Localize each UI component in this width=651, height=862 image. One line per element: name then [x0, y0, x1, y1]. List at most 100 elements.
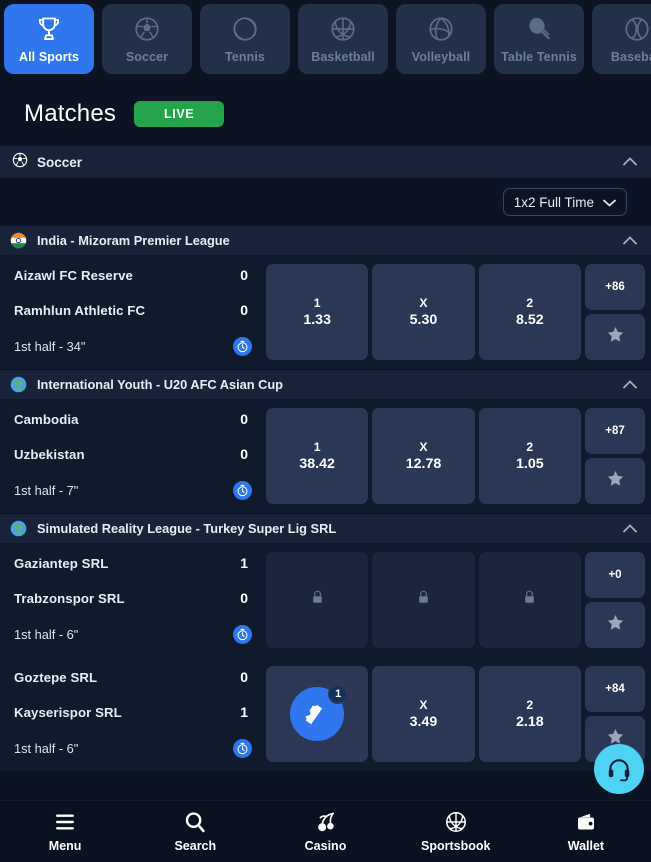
odd-tile[interactable]: X 5.30 — [372, 264, 475, 360]
chevron-up-icon[interactable] — [623, 235, 637, 247]
more-markets-button[interactable]: +87 — [585, 408, 645, 454]
sport-tab-tennis[interactable]: Tennis — [200, 4, 290, 74]
away-team-line: Ramhlun Athletic FC 0 — [14, 302, 254, 318]
favorite-button[interactable] — [585, 458, 645, 504]
more-markets-count: +84 — [605, 683, 625, 695]
favorite-button[interactable] — [585, 314, 645, 360]
sport-tab-label: Table Tennis — [501, 50, 577, 64]
home-team-score: 1 — [240, 555, 248, 571]
market-select-value: 1x2 Full Time — [513, 194, 594, 210]
star-icon — [605, 612, 626, 638]
odd-tile-selected[interactable]: 1 — [266, 666, 369, 762]
chevron-up-icon[interactable] — [623, 523, 637, 535]
leagues-list: India - Mizoram Premier League Aizawl FC … — [0, 225, 651, 771]
league-header[interactable]: International Youth - U20 AFC Asian Cup — [0, 369, 651, 399]
sport-group-title: Soccer — [37, 154, 83, 170]
odd-tile[interactable]: 1 38.42 — [266, 408, 369, 504]
odd-key: X — [419, 296, 428, 310]
away-team-score: 1 — [240, 704, 248, 720]
chevron-up-icon[interactable] — [623, 156, 637, 168]
sports-tabs-bar: All Sports Soccer Tennis Basketball Volleyba… — [0, 0, 651, 78]
market-select[interactable]: 1x2 Full Time — [502, 188, 627, 216]
sport-tab-all-sports[interactable]: All Sports — [4, 4, 94, 74]
away-team-name: Uzbekistan — [14, 446, 85, 462]
odds-area: +0 — [266, 552, 645, 648]
baseball-icon — [623, 14, 651, 44]
match-status-line: 1st half - 7" — [14, 481, 254, 500]
match-info[interactable]: Gaziantep SRL 1 Trabzonspor SRL 0 1st half -… — [0, 552, 266, 648]
match-row: Goztepe SRL 0 Kayserispor SRL 1 1st half - 6… — [0, 657, 651, 771]
odds-area: 1 1.33 X 5.30 2 8.52 +86 — [266, 264, 645, 360]
home-team-line: Aizawl FC Reserve 0 — [14, 267, 254, 283]
match-status: 1st half - 7" — [14, 483, 79, 498]
nav-item-wallet[interactable]: Wallet — [521, 801, 651, 862]
odd-value: 1.33 — [303, 312, 331, 328]
market-selector-row: 1x2 Full Time — [0, 178, 651, 225]
odd-tile[interactable]: 2 1.05 — [478, 408, 581, 504]
stopwatch-icon[interactable] — [233, 625, 252, 644]
support-chat-button[interactable] — [594, 744, 644, 794]
away-team-line: Trabzonspor SRL 0 — [14, 590, 254, 606]
globe-icon — [10, 520, 27, 537]
match-info[interactable]: Aizawl FC Reserve 0 Ramhlun Athletic FC 0 1s… — [0, 264, 266, 360]
sport-tab-volleyball[interactable]: Volleyball — [396, 4, 486, 74]
favorite-button[interactable] — [585, 602, 645, 648]
odd-key: X — [419, 440, 428, 454]
home-team-score: 0 — [240, 411, 248, 427]
odd-tile[interactable]: X 12.78 — [372, 408, 475, 504]
odds-main-markets: 1 38.42 X 12.78 2 1.05 — [266, 408, 581, 504]
league-header[interactable]: India - Mizoram Premier League — [0, 225, 651, 255]
sport-tab-baseball[interactable]: Baseball — [592, 4, 651, 74]
match-status-line: 1st half - 34" — [14, 337, 254, 356]
match-row: Aizawl FC Reserve 0 Ramhlun Athletic FC 0 1s… — [0, 255, 651, 369]
match-info[interactable]: Cambodia 0 Uzbekistan 0 1st half - 7" — [0, 408, 266, 504]
odd-tile[interactable]: 2 8.52 — [478, 264, 581, 360]
sport-tab-table-tennis[interactable]: Table Tennis — [494, 4, 584, 74]
stopwatch-icon[interactable] — [233, 481, 252, 500]
nav-item-label: Wallet — [567, 839, 605, 853]
lock-icon — [310, 589, 325, 611]
odd-value: 5.30 — [409, 312, 438, 328]
match-status: 1st half - 6" — [14, 627, 79, 642]
away-team-line: Kayserispor SRL 1 — [14, 704, 254, 720]
home-team-score: 0 — [240, 669, 248, 685]
nav-item-casino[interactable]: Casino — [260, 801, 390, 862]
stopwatch-icon[interactable] — [233, 337, 252, 356]
odd-value: 2.18 — [516, 714, 544, 730]
more-markets-button[interactable]: +0 — [585, 552, 645, 598]
league-label-wrap: Simulated Reality League - Turkey Super … — [10, 520, 623, 537]
sport-tab-label: Tennis — [225, 50, 265, 64]
trophy-icon — [35, 14, 63, 44]
odd-tile-locked — [372, 552, 475, 648]
nav-item-menu[interactable]: Menu — [0, 801, 130, 862]
sport-group-header-soccer[interactable]: Soccer — [0, 146, 651, 178]
live-filter-badge[interactable]: LIVE — [134, 101, 225, 127]
nav-item-sportsbook[interactable]: Sportsbook — [391, 801, 521, 862]
odd-value: 38.42 — [299, 456, 335, 472]
nav-item-label: Sportsbook — [420, 839, 491, 853]
soccer-ball-icon — [12, 152, 28, 173]
match-info[interactable]: Goztepe SRL 0 Kayserispor SRL 1 1st half - 6… — [0, 666, 266, 762]
odd-tile-locked — [266, 552, 369, 648]
chevron-up-icon[interactable] — [623, 379, 637, 391]
odd-tile[interactable]: 1 1.33 — [266, 264, 369, 360]
odd-key: 2 — [526, 440, 534, 454]
stopwatch-icon[interactable] — [233, 739, 252, 758]
odds-area: 1 38.42 X 12.78 2 1.05 +87 — [266, 408, 645, 504]
odd-key: 2 — [526, 296, 534, 310]
odd-tile-locked — [478, 552, 581, 648]
odd-value: 8.52 — [516, 312, 544, 328]
more-markets-button[interactable]: +86 — [585, 264, 645, 310]
sport-tab-soccer[interactable]: Soccer — [102, 4, 192, 74]
more-markets-button[interactable]: +84 — [585, 666, 645, 712]
basketball-icon — [444, 810, 468, 834]
volleyball-icon — [427, 14, 455, 44]
league-header[interactable]: Simulated Reality League - Turkey Super … — [0, 513, 651, 543]
odds-area: 1 X 3.49 2 2.18 +84 — [266, 666, 645, 762]
odd-tile[interactable]: X 3.49 — [372, 666, 475, 762]
odds-main-markets — [266, 552, 581, 648]
nav-item-search[interactable]: Search — [130, 801, 260, 862]
league-title: International Youth - U20 AFC Asian Cup — [37, 377, 283, 392]
sport-tab-basketball[interactable]: Basketball — [298, 4, 388, 74]
odd-tile[interactable]: 2 2.18 — [478, 666, 581, 762]
